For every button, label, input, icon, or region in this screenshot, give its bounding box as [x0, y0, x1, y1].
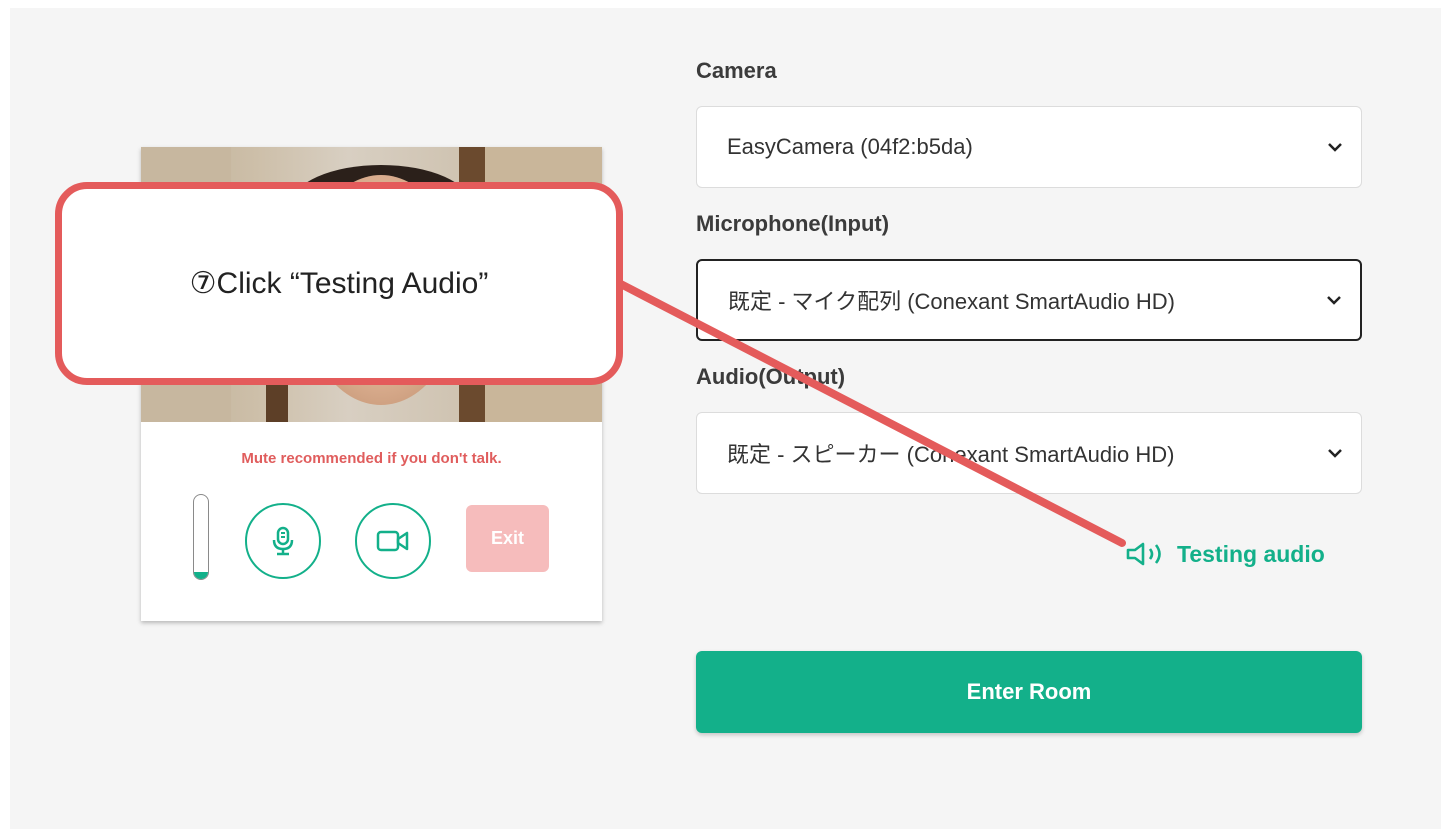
instruction-callout: ⑦Click “Testing Audio”: [55, 182, 623, 385]
audio-output-select-value: 既定 - スピーカー (Conexant SmartAudio HD): [727, 442, 1175, 467]
mute-recommendation-text: Mute recommended if you don't talk.: [241, 450, 502, 467]
exit-button[interactable]: Exit: [466, 505, 549, 572]
camera-select-value: EasyCamera (04f2:b5da): [727, 134, 973, 159]
mic-level-fill: [194, 572, 208, 579]
microphone-label: Microphone(Input): [696, 211, 890, 236]
speaker-icon: [1126, 542, 1161, 566]
testing-audio-button[interactable]: Testing audio: [1125, 536, 1325, 572]
chevron-down-icon: [1328, 449, 1342, 458]
camera-select[interactable]: EasyCamera (04f2:b5da): [696, 106, 1362, 188]
camera-label: Camera: [696, 58, 777, 83]
chevron-down-icon: [1328, 143, 1342, 152]
mic-toggle-button[interactable]: [245, 503, 321, 579]
microphone-select[interactable]: 既定 - マイク配列 (Conexant SmartAudio HD): [696, 259, 1362, 341]
mic-level-meter: [193, 494, 209, 580]
instruction-callout-text: ⑦Click “Testing Audio”: [189, 267, 489, 300]
testing-audio-label: Testing audio: [1177, 540, 1325, 567]
video-camera-icon: [376, 530, 409, 552]
enter-room-button[interactable]: Enter Room: [696, 651, 1362, 733]
chevron-down-icon: [1327, 296, 1341, 305]
camera-toggle-button[interactable]: [355, 503, 431, 579]
audio-output-select[interactable]: 既定 - スピーカー (Conexant SmartAudio HD): [696, 412, 1362, 494]
microphone-icon: [272, 526, 294, 556]
audio-output-label: Audio(Output): [696, 364, 846, 389]
microphone-select-value: 既定 - マイク配列 (Conexant SmartAudio HD): [728, 289, 1175, 314]
